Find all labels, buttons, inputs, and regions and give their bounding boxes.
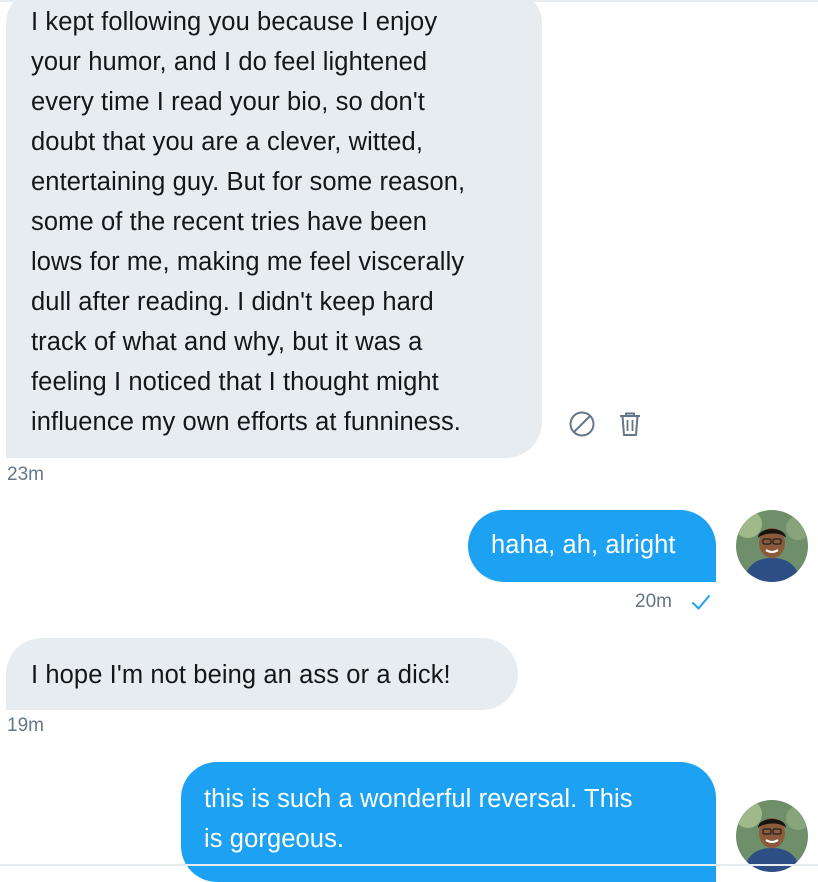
trash-icon[interactable] [616, 410, 644, 438]
message-bubble-received[interactable]: I kept following you because I enjoy you… [6, 0, 542, 458]
avatar[interactable] [736, 800, 808, 872]
avatar[interactable] [736, 510, 808, 582]
checkmark-icon [690, 590, 712, 614]
message-timestamp: 20m [635, 591, 672, 612]
message-timestamp: 23m [7, 464, 44, 485]
message-bubble-received[interactable]: I hope I'm not being an ass or a dick! [6, 638, 518, 710]
block-icon[interactable] [568, 410, 596, 438]
message-bubble-sent[interactable]: haha, ah, alright [468, 510, 716, 582]
message-timestamp: 19m [7, 715, 44, 736]
